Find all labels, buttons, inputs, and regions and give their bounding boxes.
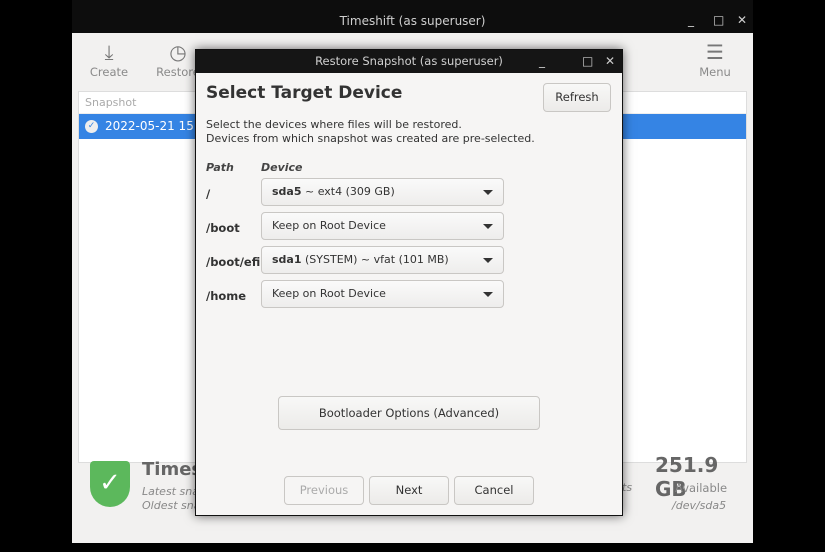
path-root: / <box>206 187 211 201</box>
dialog-title: Restore Snapshot (as superuser) <box>315 54 503 68</box>
device-detail: Keep on Root Device <box>272 287 386 300</box>
device-name: sda1 <box>272 253 302 266</box>
device-select-boot-efi[interactable]: sda1 (SYSTEM) ~ vfat (101 MB) <box>261 246 504 274</box>
minimize-button[interactable]: _ <box>688 12 694 28</box>
dialog-close-button[interactable]: ✕ <box>605 53 615 69</box>
create-label: Create <box>89 65 129 79</box>
device-name: sda5 <box>272 185 302 198</box>
device-detail: ~ ext4 (309 GB) <box>301 185 395 198</box>
dropdown-arrow-icon <box>483 292 493 297</box>
page-title: Select Target Device <box>206 83 403 103</box>
snapshot-count-suffix: ts <box>622 481 633 494</box>
dropdown-arrow-icon <box>483 224 493 229</box>
path-boot-efi: /boot/efi <box>206 255 261 269</box>
hamburger-icon: ☰ <box>706 40 724 64</box>
maximize-button[interactable]: □ <box>713 12 724 28</box>
main-titlebar: Timeshift (as superuser) _ □ ✕ <box>72 0 753 33</box>
device-select-root[interactable]: sda5 ~ ext4 (309 GB) <box>261 178 504 206</box>
refresh-button[interactable]: Refresh <box>543 83 611 112</box>
device-detail: (SYSTEM) ~ vfat (101 MB) <box>301 253 449 266</box>
close-button[interactable]: ✕ <box>737 12 747 28</box>
path-home: /home <box>206 289 247 303</box>
description: Select the devices where files will be r… <box>206 118 535 146</box>
main-title: Timeshift (as superuser) <box>339 14 486 28</box>
check-icon: ✓ <box>85 120 98 133</box>
device-select-boot[interactable]: Keep on Root Device <box>261 212 504 240</box>
dropdown-arrow-icon <box>483 190 493 195</box>
device-select-home[interactable]: Keep on Root Device <box>261 280 504 308</box>
dialog-titlebar: Restore Snapshot (as superuser) _ □ ✕ <box>196 50 622 73</box>
description-line-1: Select the devices where files will be r… <box>206 118 462 131</box>
column-header-path: Path <box>206 161 234 174</box>
dropdown-arrow-icon <box>483 258 493 263</box>
restore-snapshot-dialog: Restore Snapshot (as superuser) _ □ ✕ Se… <box>195 49 623 516</box>
next-button[interactable]: Next <box>369 476 449 505</box>
shield-check-icon: ✓ <box>90 461 130 507</box>
previous-button[interactable]: Previous <box>284 476 364 505</box>
create-button[interactable]: ⤓ Create <box>79 41 139 79</box>
device-detail: Keep on Root Device <box>272 219 386 232</box>
available-label: Available <box>675 481 728 495</box>
download-icon: ⤓ <box>104 40 114 64</box>
cancel-button[interactable]: Cancel <box>454 476 534 505</box>
restore-label: Restore <box>156 65 200 79</box>
description-line-2: Devices from which snapshot was created … <box>206 132 535 145</box>
menu-label: Menu <box>699 65 731 79</box>
column-header-device: Device <box>261 161 303 174</box>
device-label: /dev/sda5 <box>672 499 727 512</box>
path-boot: /boot <box>206 221 240 235</box>
bootloader-options-button[interactable]: Bootloader Options (Advanced) <box>278 396 540 430</box>
dialog-maximize-button[interactable]: □ <box>582 53 593 69</box>
menu-button[interactable]: ☰ Menu <box>685 41 745 79</box>
dialog-minimize-button[interactable]: _ <box>539 53 545 69</box>
